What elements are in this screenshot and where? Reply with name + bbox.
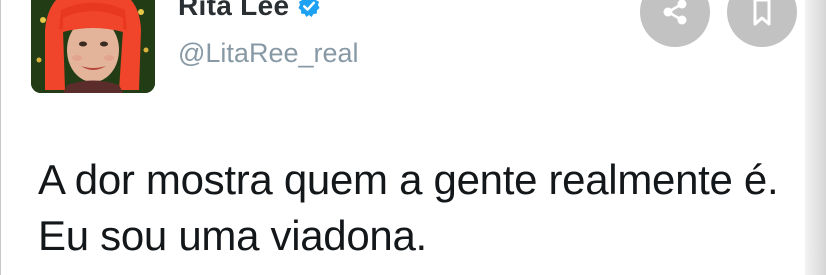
tweet-text: A dor mostra quem a gente realmente é. E… [38,156,779,259]
tweet-card: Rita Lee @LitaRee_real A dor mostra quem… [0,0,826,275]
author-name-row[interactable]: Rita Lee [178,0,321,26]
author-name[interactable]: Rita Lee [178,0,289,22]
card-border [0,0,1,275]
author-handle[interactable]: @LitaRee_real [178,38,359,69]
bookmark-icon [753,0,771,26]
share-icon [663,0,687,25]
verified-badge-icon [297,0,321,18]
scrollbar-edge [805,0,826,275]
share-button[interactable] [640,0,710,47]
bookmark-button[interactable] [727,0,797,47]
avatar-image [31,0,155,93]
avatar[interactable] [31,0,155,93]
